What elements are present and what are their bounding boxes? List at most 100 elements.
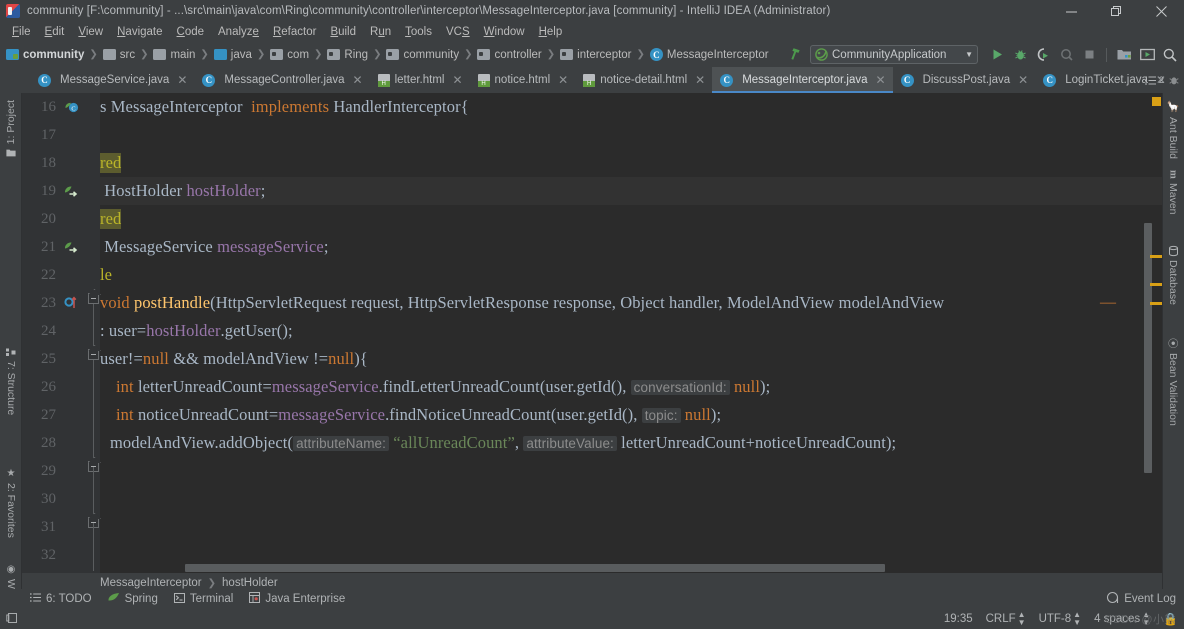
- scrollbar-thumb[interactable]: [185, 564, 885, 572]
- overriding-method-icon[interactable]: [60, 295, 82, 311]
- close-icon[interactable]: ✕: [876, 74, 886, 86]
- close-icon[interactable]: ✕: [353, 74, 363, 86]
- menu-file[interactable]: File: [5, 23, 38, 41]
- sidebar-item-project[interactable]: 1: Project: [0, 97, 22, 160]
- breadcrumb-com[interactable]: com ❯: [270, 49, 327, 61]
- memory-indicator-icon[interactable]: [6, 612, 18, 627]
- run-configuration-selector[interactable]: CommunityApplication ▼: [810, 45, 978, 64]
- chevron-right-icon: ❯: [207, 577, 217, 589]
- sidebar-item-favorites[interactable]: ★ 2: Favorites: [0, 465, 22, 541]
- sidebar-item-database[interactable]: Database: [1162, 243, 1184, 308]
- update-app-icon[interactable]: [1137, 45, 1157, 65]
- menu-refactor[interactable]: Refactor: [266, 23, 323, 41]
- editor-horizontal-scrollbar[interactable]: [100, 563, 1148, 573]
- breadcrumb-member[interactable]: hostHolder: [222, 577, 278, 589]
- close-icon[interactable]: ✕: [452, 74, 462, 86]
- tab-list-icon[interactable]: 2: [1144, 75, 1164, 86]
- menu-analyze[interactable]: Analyze: [211, 23, 266, 41]
- breadcrumb-interceptor[interactable]: interceptor ❯: [560, 49, 650, 61]
- lock-icon[interactable]: 🔒: [1163, 612, 1178, 626]
- menu-code[interactable]: Code: [170, 23, 212, 41]
- fold-line: [93, 523, 94, 571]
- menu-build[interactable]: Build: [323, 23, 363, 41]
- close-icon[interactable]: ✕: [695, 74, 705, 86]
- tab-letter-html[interactable]: letter.html ✕: [370, 67, 470, 93]
- tool-window-terminal[interactable]: Terminal: [173, 592, 233, 606]
- tool-window-todo[interactable]: 6: TODO: [30, 592, 92, 606]
- encoding-selector[interactable]: UTF-8 ▲ ▼: [1039, 611, 1082, 627]
- tool-window-spring[interactable]: Spring: [108, 592, 158, 606]
- line-number: 26: [41, 378, 56, 395]
- indent-selector[interactable]: 4 spaces ▲ ▼: [1094, 611, 1150, 627]
- menu-help[interactable]: Help: [532, 23, 570, 41]
- line-number: 28: [41, 434, 56, 451]
- menu-edit[interactable]: Edit: [38, 23, 72, 41]
- breadcrumb-src[interactable]: src ❯: [102, 49, 154, 61]
- debug-icon[interactable]: [1010, 45, 1030, 65]
- caret-position[interactable]: 19:35: [944, 613, 973, 625]
- code-token-annotation: le: [100, 265, 113, 284]
- sidebar-item-ant-build[interactable]: 🦙 Ant Build: [1162, 97, 1184, 162]
- code-token: letterUnreadCount=: [137, 377, 272, 396]
- warning-marker[interactable]: [1150, 283, 1162, 286]
- breadcrumb-java[interactable]: java ❯: [213, 49, 271, 61]
- stop-icon[interactable]: [1079, 45, 1099, 65]
- code-token: user!=: [100, 349, 143, 368]
- fold-collapse-icon[interactable]: [88, 349, 99, 360]
- menu-tools[interactable]: Tools: [398, 23, 439, 41]
- tab-messageservice-java[interactable]: C MessageService.java ✕: [30, 67, 194, 93]
- run-with-coverage-icon[interactable]: [1033, 45, 1053, 65]
- tab-notice-html[interactable]: notice.html ✕: [470, 67, 576, 93]
- breadcrumb-class[interactable]: MessageInterceptor: [100, 577, 202, 589]
- breadcrumb-ring[interactable]: Ring ❯: [327, 49, 386, 61]
- breadcrumb-main[interactable]: main ❯: [153, 49, 213, 61]
- search-everywhere-icon[interactable]: [1160, 45, 1180, 65]
- sidebar-item-structure[interactable]: 7: Structure: [0, 345, 22, 418]
- line-number: 23: [41, 294, 56, 311]
- implemented-method-icon[interactable]: [60, 184, 82, 199]
- line-separator-selector[interactable]: CRLF ▲ ▼: [986, 611, 1026, 627]
- event-log-button[interactable]: Event Log: [1107, 591, 1176, 607]
- fold-collapse-icon[interactable]: [88, 293, 99, 304]
- tab-messagecontroller-java[interactable]: C MessageController.java ✕: [194, 67, 369, 93]
- menu-navigate[interactable]: Navigate: [110, 23, 169, 41]
- editor-gutter[interactable]: 16 C 17 18 19 20 21 22 23 24 25 26 27 28…: [22, 93, 100, 573]
- profile-icon[interactable]: [1056, 45, 1076, 65]
- close-icon[interactable]: [1139, 0, 1184, 22]
- code-editor[interactable]: 16 C 17 18 19 20 21 22 23 24 25 26 27 28…: [22, 93, 1162, 573]
- project-structure-icon[interactable]: [1114, 45, 1134, 65]
- run-icon[interactable]: [987, 45, 1007, 65]
- maximize-icon[interactable]: [1094, 0, 1139, 22]
- tab-discusspost-java[interactable]: C DiscussPost.java ✕: [893, 67, 1036, 93]
- debug-bug-icon[interactable]: [1168, 74, 1180, 86]
- breadcrumb-controller[interactable]: controller ❯: [477, 49, 560, 61]
- sidebar-item-maven[interactable]: m Maven: [1162, 167, 1184, 217]
- menu-window[interactable]: Window: [477, 23, 532, 41]
- tool-window-java-enterprise[interactable]: Java Enterprise: [249, 592, 345, 606]
- implemented-method-icon[interactable]: [60, 240, 82, 255]
- warning-marker[interactable]: [1150, 255, 1162, 258]
- breadcrumb-community-module[interactable]: community ❯: [6, 49, 103, 61]
- close-icon[interactable]: ✕: [558, 74, 568, 86]
- menu-run[interactable]: Run: [363, 23, 398, 41]
- chevron-up-down-icon: ▲ ▼: [1142, 610, 1151, 627]
- minimize-icon[interactable]: [1049, 0, 1094, 22]
- build-hammer-icon[interactable]: [785, 43, 805, 65]
- code-text-area[interactable]: s MessageInterceptor implements HandlerI…: [100, 93, 1162, 573]
- sidebar-item-bean-validation[interactable]: ⦿ Bean Validation: [1162, 335, 1184, 428]
- menu-view[interactable]: View: [71, 23, 110, 41]
- breadcrumb-community-pkg[interactable]: community ❯: [386, 49, 477, 61]
- tab-messageinterceptor-java[interactable]: C MessageInterceptor.java ✕: [712, 67, 893, 93]
- error-stripe-markers[interactable]: [1150, 93, 1162, 573]
- tool-window-label: Spring: [124, 593, 158, 605]
- warning-marker[interactable]: [1150, 302, 1162, 305]
- code-folding-rail[interactable]: [88, 93, 100, 573]
- menu-vcs[interactable]: VCS: [439, 23, 477, 41]
- class-marker-icon[interactable]: C: [60, 100, 82, 115]
- close-icon[interactable]: ✕: [177, 74, 187, 86]
- close-icon[interactable]: ✕: [1018, 74, 1028, 86]
- breadcrumb-messageinterceptor-class[interactable]: C MessageInterceptor: [649, 48, 769, 61]
- warning-marker[interactable]: [1152, 97, 1161, 106]
- tab-notice-detail-html[interactable]: notice-detail.html ✕: [575, 67, 712, 93]
- svg-text:C: C: [71, 105, 75, 112]
